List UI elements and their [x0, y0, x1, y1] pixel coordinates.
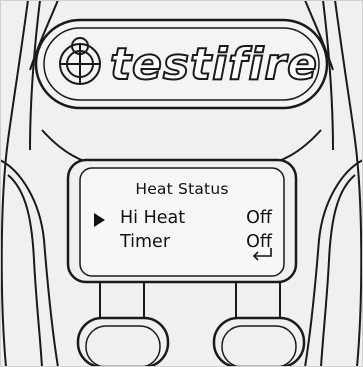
brand-wordmark: testifire — [110, 39, 318, 90]
menu-item-hi-heat[interactable]: Hi Heat Off — [82, 208, 282, 232]
lcd-display: Heat Status Hi Heat Off Timer Off — [82, 170, 282, 274]
enter-return-icon[interactable] — [250, 246, 274, 262]
selection-cursor-icon — [94, 213, 105, 227]
screen-title: Heat Status — [135, 180, 229, 198]
menu-item-label: Timer — [120, 232, 171, 252]
left-button[interactable] — [76, 316, 170, 367]
menu-item-value: Off — [246, 208, 272, 228]
menu-item-label: Hi Heat — [120, 208, 186, 228]
right-button[interactable] — [212, 316, 306, 367]
